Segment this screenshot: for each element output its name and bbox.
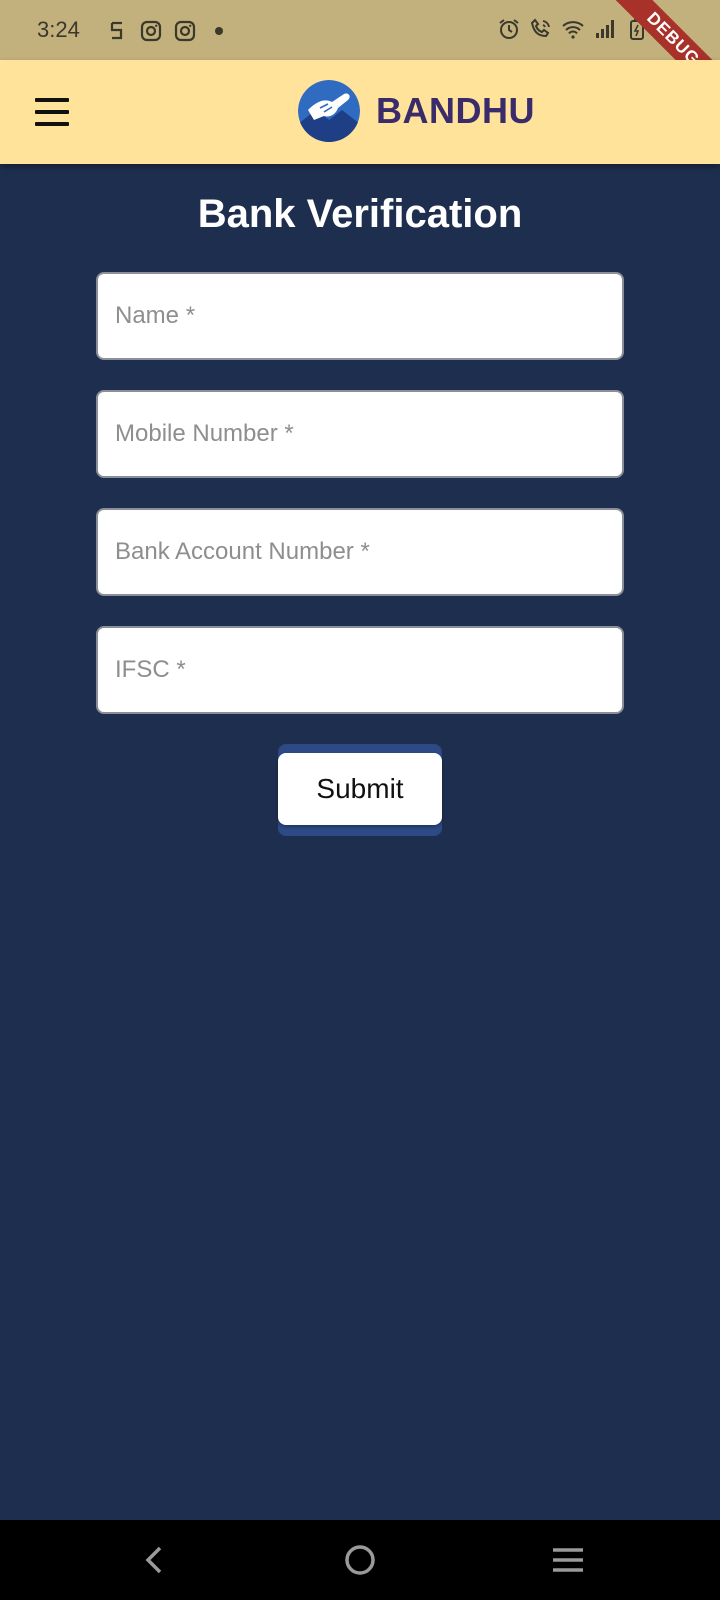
back-icon[interactable] [134, 1540, 174, 1580]
alarm-icon [496, 16, 522, 42]
page-title: Bank Verification [197, 192, 523, 236]
brand-name: BANDHU [376, 90, 535, 131]
bank-account-number-field[interactable] [96, 508, 624, 596]
status-time: 3:24 [37, 17, 80, 42]
brand: BANDHU [298, 80, 535, 142]
mobile-number-field[interactable] [96, 390, 624, 478]
s-app-icon [104, 18, 130, 44]
wifi-icon [560, 16, 586, 42]
dot-icon [206, 18, 232, 44]
recents-icon[interactable] [548, 1540, 588, 1580]
instagram-icon [172, 18, 198, 44]
navigation-bar [0, 1520, 720, 1600]
app-bar: BANDHU [0, 60, 720, 164]
instagram-icon [138, 18, 164, 44]
hamburger-icon[interactable] [26, 90, 80, 134]
bandhu-logo [298, 80, 360, 142]
name-field[interactable] [96, 272, 624, 360]
status-notification-icons [104, 18, 232, 44]
wifi-call-icon [528, 16, 554, 42]
home-icon[interactable] [340, 1540, 380, 1580]
submit-button[interactable]: Submit [278, 753, 442, 825]
ifsc-field[interactable] [96, 626, 624, 714]
